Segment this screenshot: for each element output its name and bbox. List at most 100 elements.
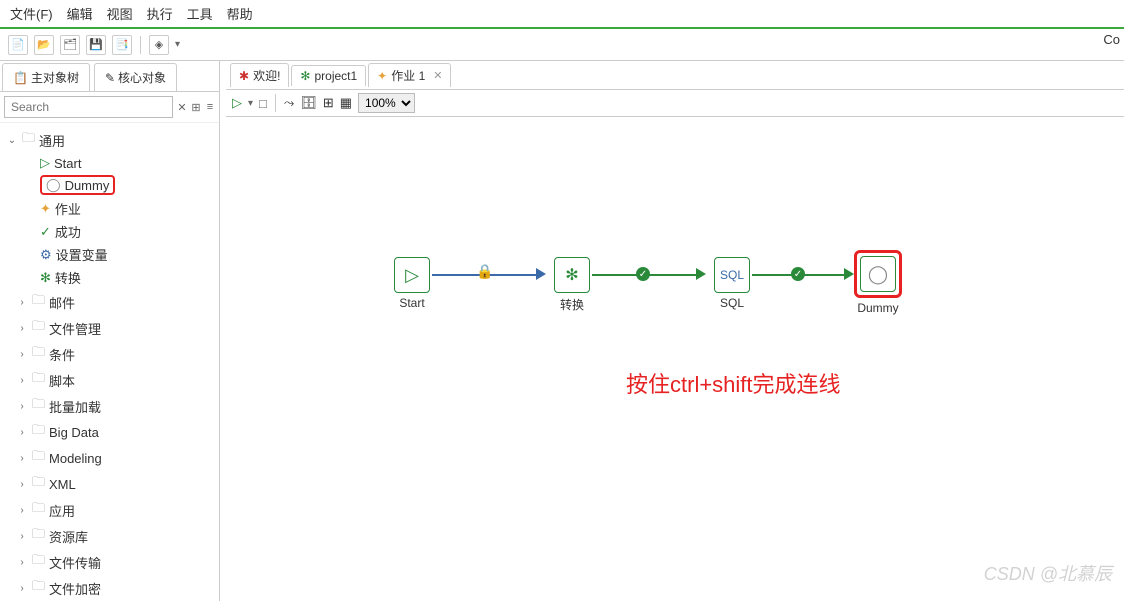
tree-folder[interactable]: › 🗀脚本	[2, 367, 217, 393]
menu-run[interactable]: 执行	[147, 4, 173, 23]
node-start[interactable]: ▷ Start	[394, 257, 430, 310]
caret-right-icon: ›	[16, 531, 28, 542]
caret-right-icon: ›	[16, 349, 28, 360]
caret-right-icon: ›	[16, 505, 28, 516]
tree-dummy-label: Dummy	[65, 178, 110, 193]
tree-folder-label: XML	[49, 477, 76, 492]
stop-button[interactable]: □	[259, 96, 267, 111]
menu-tools[interactable]: 工具	[187, 4, 213, 23]
tree-folder[interactable]: ›🗀文件管理	[2, 315, 217, 341]
open-button[interactable]: 📂	[34, 35, 54, 55]
caret-right-icon: ›	[16, 427, 28, 438]
tree-folder[interactable]: ›🗀文件加密	[2, 575, 217, 601]
canvas[interactable]: 🔒 ✓ ✓ ▷ Start ✻ 转换 SQL SQL ◯	[226, 117, 1124, 601]
tree-folder[interactable]: ›🗀条件	[2, 341, 217, 367]
tree-success-label: 成功	[55, 222, 81, 241]
tree-folder-label: 文件加密	[49, 579, 101, 598]
tree-general-label: 通用	[39, 131, 65, 150]
run-dropdown-icon[interactable]: ▾	[248, 98, 253, 109]
caret-right-icon: ›	[16, 583, 28, 594]
tool-icon[interactable]: ⤳	[284, 95, 294, 111]
tab-project1[interactable]: ✻ project1	[291, 65, 366, 86]
tree-item-success[interactable]: ✓ 成功	[2, 220, 217, 243]
tree-item-job[interactable]: ✦ 作业	[2, 197, 217, 220]
node-sql[interactable]: SQL SQL	[714, 257, 750, 310]
folder-icon: 🗀	[32, 317, 45, 339]
tab-core-objects-label: 核心对象	[118, 69, 166, 86]
tree-item-setvar[interactable]: ⚙ 设置变量	[2, 243, 217, 266]
dropdown-icon[interactable]: ▾	[175, 39, 180, 50]
expand-tree-button[interactable]: ⊞	[191, 98, 201, 116]
lock-icon: 🔒	[476, 263, 493, 280]
explore-button[interactable]: 🗂	[60, 35, 80, 55]
tab-job1[interactable]: ✦ 作业 1 ✕	[368, 63, 451, 87]
close-icon[interactable]: ✕	[433, 69, 442, 82]
tab-job1-label: 作业 1	[391, 67, 425, 84]
save-as-button[interactable]: 📑	[112, 35, 132, 55]
tree-folder[interactable]: ›🗀应用	[2, 497, 217, 523]
tree-transform-label: 转换	[55, 268, 81, 287]
node-transform-label: 转换	[554, 296, 590, 313]
tree-folder[interactable]: ›🗀邮件	[2, 289, 217, 315]
tree-folder[interactable]: ›🗀XML	[2, 471, 217, 497]
tree-icon: 📋	[13, 71, 28, 85]
tree-folder-label: 脚本	[49, 371, 75, 390]
annotation-text: 按住ctrl+shift完成连线	[626, 367, 841, 399]
folder-icon: 🗀	[32, 291, 45, 313]
menu-help[interactable]: 帮助	[227, 4, 253, 23]
tab-project-label: project1	[314, 69, 357, 83]
new-file-button[interactable]: 📄	[8, 35, 28, 55]
collapse-tree-button[interactable]: ≡	[205, 98, 215, 116]
arrow-icon	[536, 268, 546, 280]
run-button[interactable]: ▷	[232, 95, 242, 111]
grid-icon[interactable]: ▦	[340, 95, 352, 111]
tab-main-tree[interactable]: 📋 主对象树	[2, 63, 90, 91]
node-transform[interactable]: ✻ 转换	[554, 257, 590, 313]
tree-folder[interactable]: ›🗀Big Data	[2, 419, 217, 445]
tree-item-start[interactable]: ▷ Start	[2, 153, 217, 173]
play-icon: ▷	[40, 155, 50, 171]
editor-tabs: ✱ 欢迎! ✻ project1 ✦ 作业 1 ✕	[226, 61, 1124, 90]
separator	[275, 94, 276, 112]
caret-right-icon: ›	[16, 323, 28, 334]
tree-folder-label: 资源库	[49, 527, 88, 546]
node-dummy[interactable]: ◯ Dummy	[854, 250, 902, 315]
tree-folder-label: 应用	[49, 501, 75, 520]
node-dummy-label: Dummy	[854, 301, 902, 315]
folder-icon: 🗀	[32, 395, 45, 417]
tree-folder-label: 文件传输	[49, 553, 101, 572]
tree-item-transform[interactable]: ✻ 转换	[2, 266, 217, 289]
tree-folder[interactable]: ›🗀文件传输	[2, 549, 217, 575]
tree-folder[interactable]: ›🗀Modeling	[2, 445, 217, 471]
check-icon: ✓	[636, 267, 650, 281]
layers-button[interactable]: ◈	[149, 35, 169, 55]
node-start-label: Start	[394, 296, 430, 310]
caret-right-icon: ›	[16, 375, 28, 386]
folder-icon: 🗀	[32, 369, 45, 391]
menu-view[interactable]: 视图	[107, 4, 133, 23]
menu-file[interactable]: 文件(F)	[10, 4, 53, 23]
caret-down-icon: ⌄	[6, 135, 18, 146]
search-input[interactable]	[4, 96, 173, 118]
tab-core-objects[interactable]: ✎ 核心对象	[94, 63, 177, 91]
menu-bar: 文件(F) 编辑 视图 执行 工具 帮助	[0, 0, 1124, 29]
align-icon[interactable]: ⊞	[323, 95, 334, 111]
zoom-select[interactable]: 100%	[358, 93, 415, 113]
tree-folder[interactable]: ›🗀批量加载	[2, 393, 217, 419]
tab-welcome[interactable]: ✱ 欢迎!	[230, 63, 289, 87]
transform-icon: ✻	[565, 265, 578, 285]
pencil-icon: ✎	[105, 71, 115, 85]
clear-search-button[interactable]: ✕	[177, 98, 187, 116]
tree-start-label: Start	[54, 156, 81, 171]
welcome-icon: ✱	[239, 69, 249, 83]
tree-folder[interactable]: ›🗀资源库	[2, 523, 217, 549]
tree-item-dummy[interactable]: ◯ Dummy	[2, 173, 217, 197]
node-sql-label: SQL	[714, 296, 750, 310]
sidebar: 📋 主对象树 ✎ 核心对象 ✕ ⊞ ≡ ⌄ 🗀 通用 ▷ Start	[0, 61, 220, 601]
tab-main-tree-label: 主对象树	[31, 69, 79, 86]
menu-edit[interactable]: 编辑	[67, 4, 93, 23]
db-icon[interactable]: 🗄	[300, 95, 317, 111]
save-button[interactable]: 💾	[86, 35, 106, 55]
tree-general[interactable]: ⌄ 🗀 通用	[2, 127, 217, 153]
play-icon: ▷	[405, 265, 419, 286]
